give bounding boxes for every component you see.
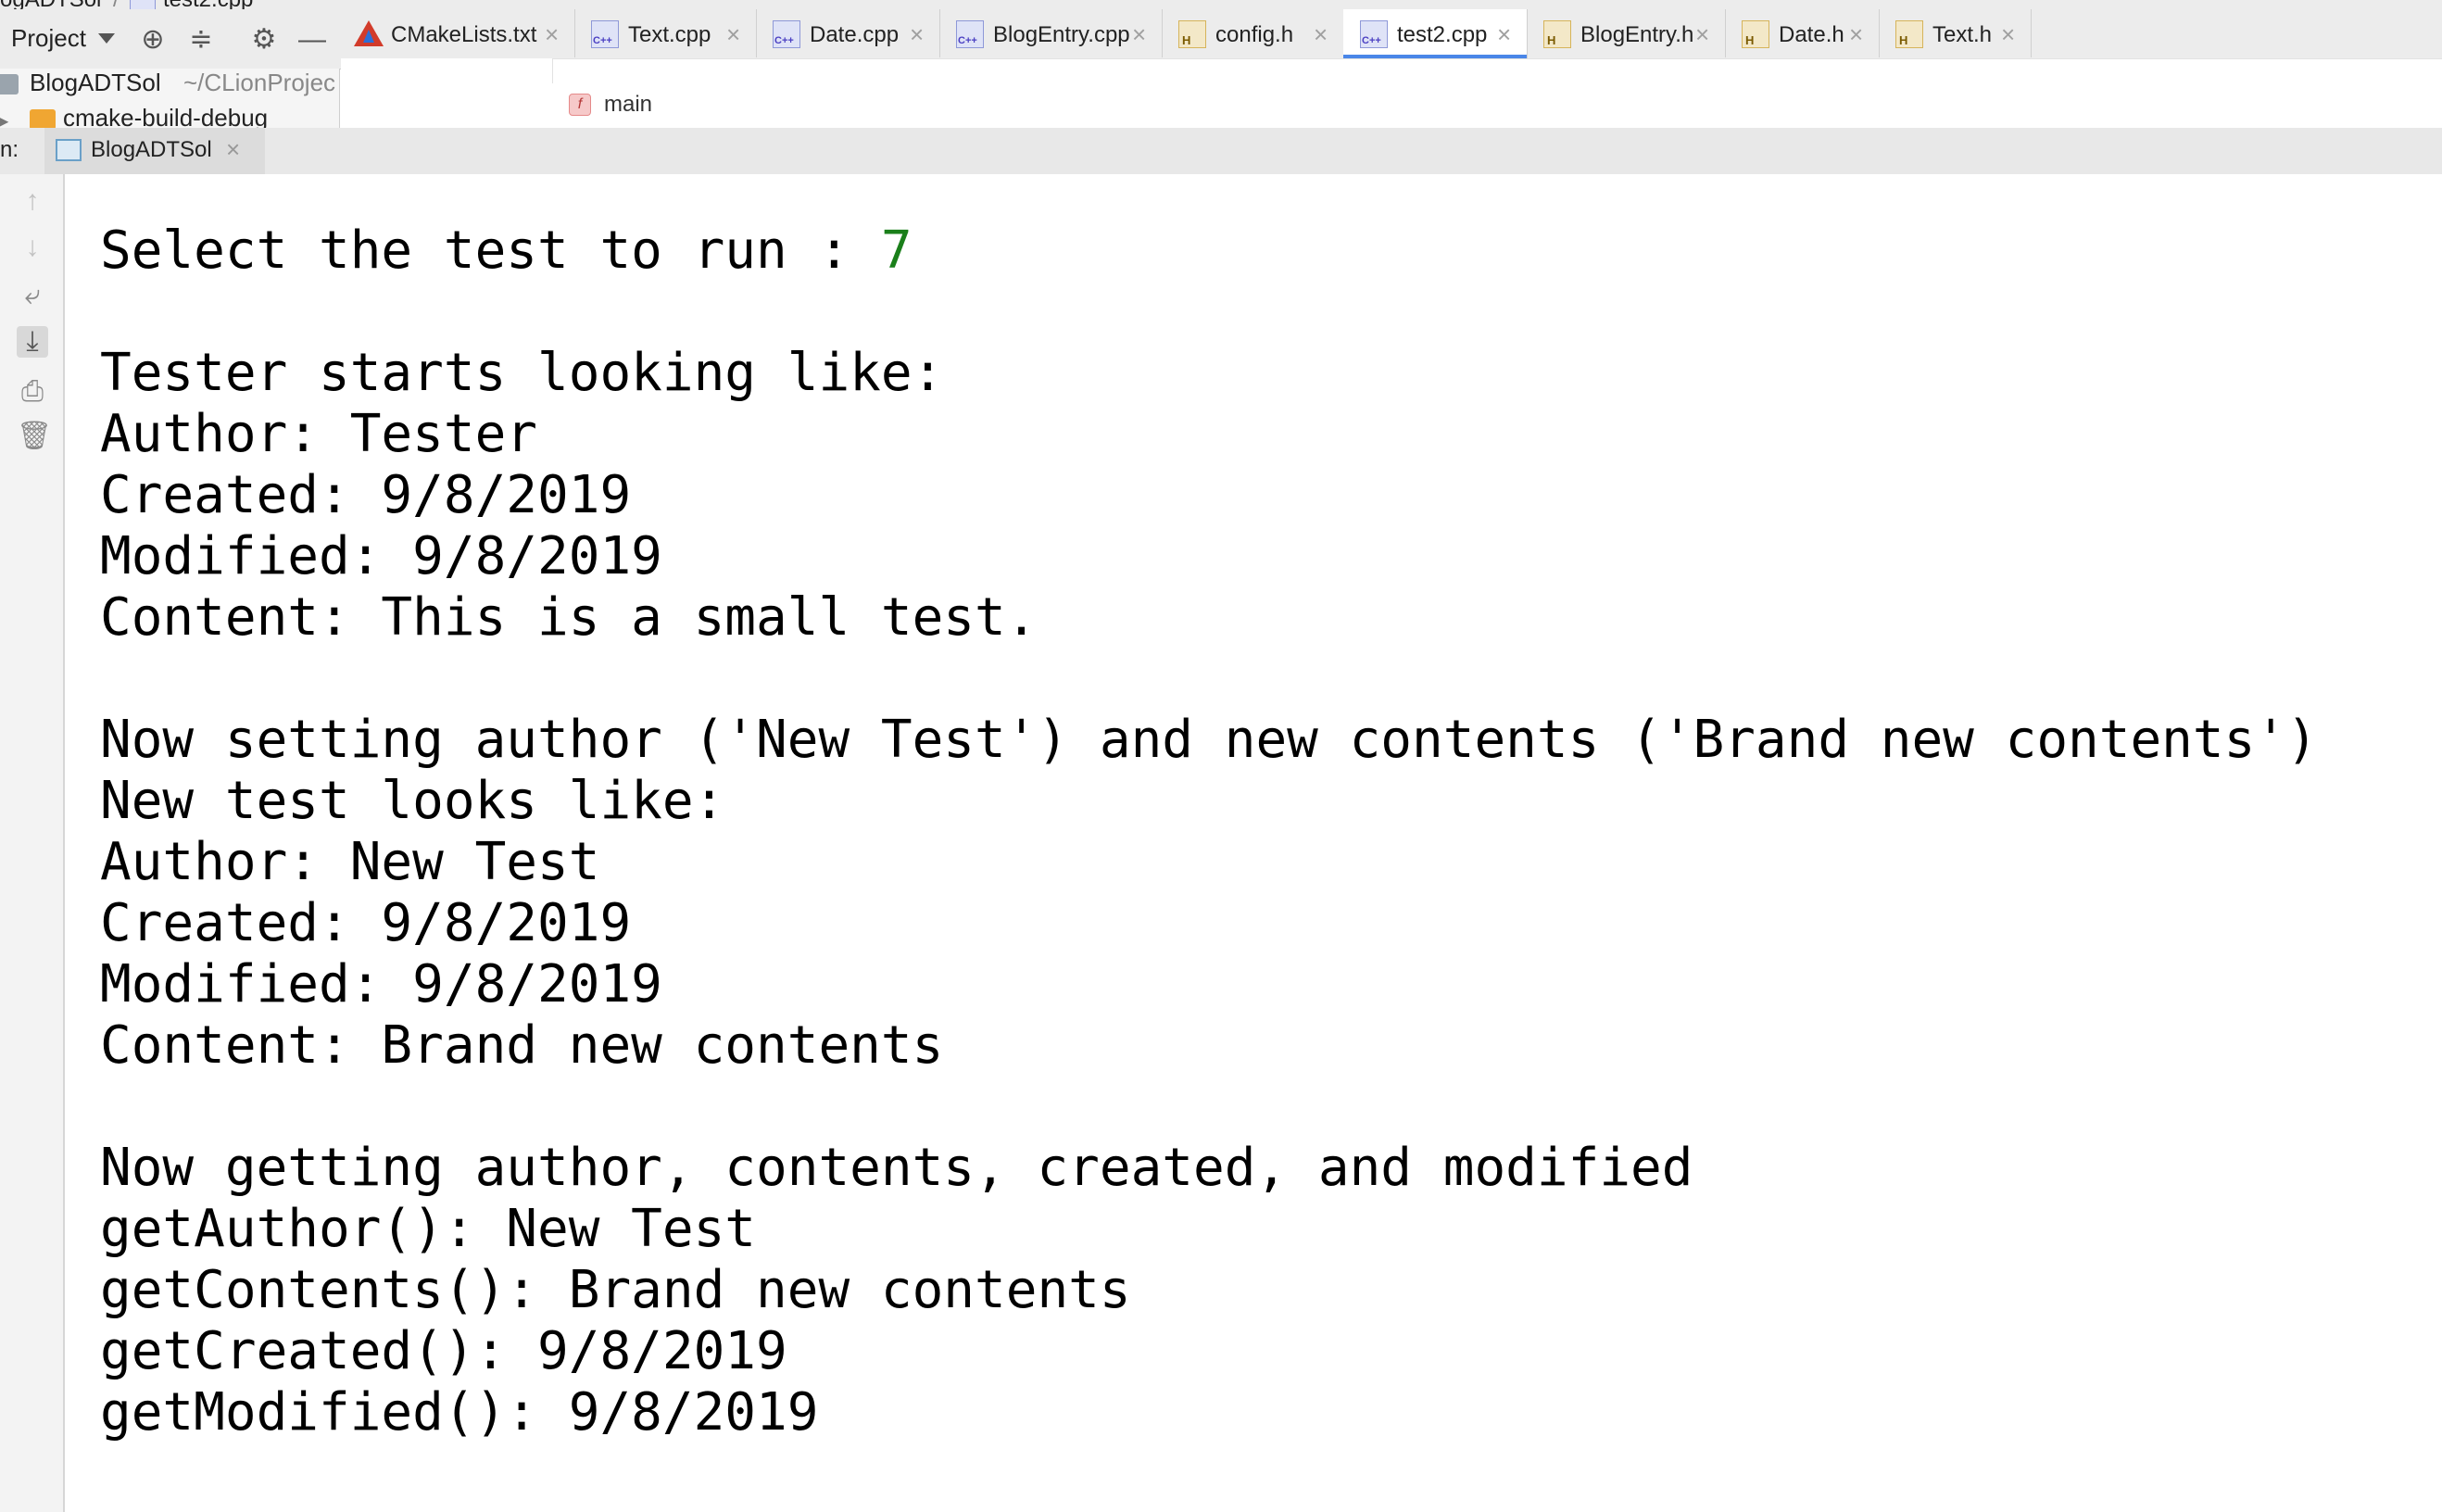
console-output[interactable]: Select the test to run : 7 Tester starts…: [65, 174, 2442, 1512]
scroll-to-end-icon[interactable]: ⤓: [17, 326, 48, 358]
project-view-selector[interactable]: Project: [11, 24, 86, 53]
header-file-icon: [1742, 20, 1769, 48]
collapse-all-icon[interactable]: ≑: [185, 24, 217, 56]
tab-label: Date.cpp: [810, 22, 900, 47]
console-line: Modified: 9/8/2019: [100, 954, 662, 1014]
project-tree: BlogADTSol ~/CLionProjec ▶ cmake-build-d…: [0, 69, 340, 128]
run-tab-label: BlogADTSol: [91, 137, 212, 162]
run-panel-label: n:: [0, 137, 19, 162]
header-file-icon: [1543, 20, 1571, 48]
console-line: Author: Tester: [100, 404, 538, 464]
console-toolbar: ↑ ↓ ⤶ ⤓ ⎙ 🗑: [0, 174, 65, 1512]
arrow-up-icon[interactable]: ↑: [17, 185, 48, 217]
tab-blogentry-h[interactable]: BlogEntry.h ×: [1527, 9, 1726, 57]
editor-tab-bar: CMakeLists.txt × Text.cpp × Date.cpp × B…: [341, 9, 2442, 59]
tab-blogentry-cpp[interactable]: BlogEntry.cpp ×: [939, 9, 1163, 57]
tab-label: BlogEntry.cpp: [993, 22, 1130, 47]
close-icon[interactable]: ×: [1497, 20, 1511, 49]
console-line: Author: New Test: [100, 832, 600, 892]
editor-code-strip: [552, 58, 2442, 83]
close-icon[interactable]: ×: [1849, 20, 1863, 49]
console-line: Content: This is a small test.: [100, 587, 1038, 648]
tree-item-label: cmake-build-debug: [63, 104, 269, 128]
function-breadcrumb[interactable]: main: [604, 92, 652, 118]
tab-label: Text.cpp: [628, 22, 711, 47]
print-icon[interactable]: ⎙: [17, 376, 48, 408]
chevron-right-icon[interactable]: ▶: [0, 109, 8, 128]
project-panel-header: Project ⊕ ≑ ⚙ —: [0, 9, 341, 69]
console-line: getAuthor(): New Test: [100, 1199, 757, 1259]
breadcrumb-file[interactable]: test2.cpp: [163, 0, 253, 9]
folder-icon: [30, 109, 56, 128]
tab-label: Date.h: [1779, 22, 1844, 47]
console-icon: [56, 139, 82, 161]
header-file-icon: [1178, 20, 1206, 48]
tab-label: config.h: [1215, 22, 1294, 47]
run-tool-header: n: BlogADTSol ×: [0, 128, 2442, 175]
close-icon[interactable]: ×: [910, 20, 924, 49]
arrow-down-icon[interactable]: ↓: [17, 232, 48, 263]
console-line: Tester starts looking like:: [100, 343, 944, 403]
console-line: New test looks like:: [100, 771, 725, 831]
tab-config-h[interactable]: config.h ×: [1162, 9, 1344, 57]
console-prompt-line: Select the test to run : 7: [100, 220, 913, 282]
close-icon[interactable]: ×: [1132, 20, 1146, 49]
run-tab-blogadtsol[interactable]: BlogADTSol ×: [44, 128, 265, 174]
editor-area: f main: [341, 58, 2442, 129]
trash-icon[interactable]: 🗑: [17, 421, 52, 452]
cpp-file-icon: [1360, 20, 1388, 48]
console-line: getContents(): Brand new contents: [100, 1260, 1131, 1320]
hide-panel-icon[interactable]: —: [296, 24, 328, 56]
navigation-breadcrumb: ogADTSol / test2.cpp: [0, 0, 2442, 9]
locate-target-icon[interactable]: ⊕: [137, 24, 169, 56]
close-icon[interactable]: ×: [226, 135, 240, 164]
cpp-file-icon: [130, 0, 156, 9]
console-prompt: Select the test to run :: [100, 220, 881, 281]
soft-wrap-icon[interactable]: ⤶: [17, 280, 48, 311]
cpp-file-icon: [773, 20, 800, 48]
tab-text-h[interactable]: Text.h ×: [1879, 9, 2032, 57]
breadcrumb-project[interactable]: ogADTSol: [0, 0, 101, 9]
close-icon[interactable]: ×: [545, 20, 559, 49]
console-line: Content: Brand new contents: [100, 1015, 944, 1076]
console-line: Now getting author, contents, created, a…: [100, 1138, 1693, 1198]
console-line: Now setting author ('New Test') and new …: [100, 710, 2318, 770]
tab-date-cpp[interactable]: Date.cpp ×: [756, 9, 940, 57]
console-line: getModified(): 9/8/2019: [100, 1382, 819, 1443]
close-icon[interactable]: ×: [2001, 20, 2015, 49]
tab-cmakelists[interactable]: CMakeLists.txt ×: [341, 9, 575, 57]
tree-root-name: BlogADTSol: [30, 69, 161, 96]
tab-label: BlogEntry.h: [1580, 22, 1694, 47]
tree-item-cmake-build-debug[interactable]: ▶ cmake-build-debug: [0, 104, 339, 128]
tab-label: Text.h: [1932, 22, 1993, 47]
close-icon[interactable]: ×: [1695, 20, 1709, 49]
tree-item-root[interactable]: BlogADTSol ~/CLionProjec: [0, 69, 339, 100]
header-file-icon: [1895, 20, 1923, 48]
tab-label: test2.cpp: [1397, 22, 1488, 47]
cpp-file-icon: [956, 20, 984, 48]
console-user-input: 7: [880, 220, 913, 281]
function-icon: f: [569, 94, 591, 116]
cpp-file-icon: [591, 20, 619, 48]
chevron-down-icon[interactable]: [98, 33, 115, 44]
tab-date-h[interactable]: Date.h ×: [1725, 9, 1880, 57]
console-line: Created: 9/8/2019: [100, 465, 632, 525]
tab-text-cpp[interactable]: Text.cpp ×: [574, 9, 757, 57]
console-line: Created: 9/8/2019: [100, 893, 632, 953]
tree-root-path: ~/CLionProjec: [183, 69, 336, 96]
console-line: getCreated(): 9/8/2019: [100, 1321, 787, 1381]
tab-label: CMakeLists.txt: [391, 22, 537, 47]
console-line: Modified: 9/8/2019: [100, 526, 662, 586]
close-icon[interactable]: ×: [1314, 20, 1328, 49]
tab-test2-cpp[interactable]: test2.cpp ×: [1343, 9, 1528, 58]
close-icon[interactable]: ×: [726, 20, 740, 49]
gear-icon[interactable]: ⚙: [248, 24, 280, 56]
breadcrumb-separator: /: [113, 0, 120, 9]
cmake-file-icon: [354, 20, 384, 46]
folder-icon: [0, 74, 19, 94]
